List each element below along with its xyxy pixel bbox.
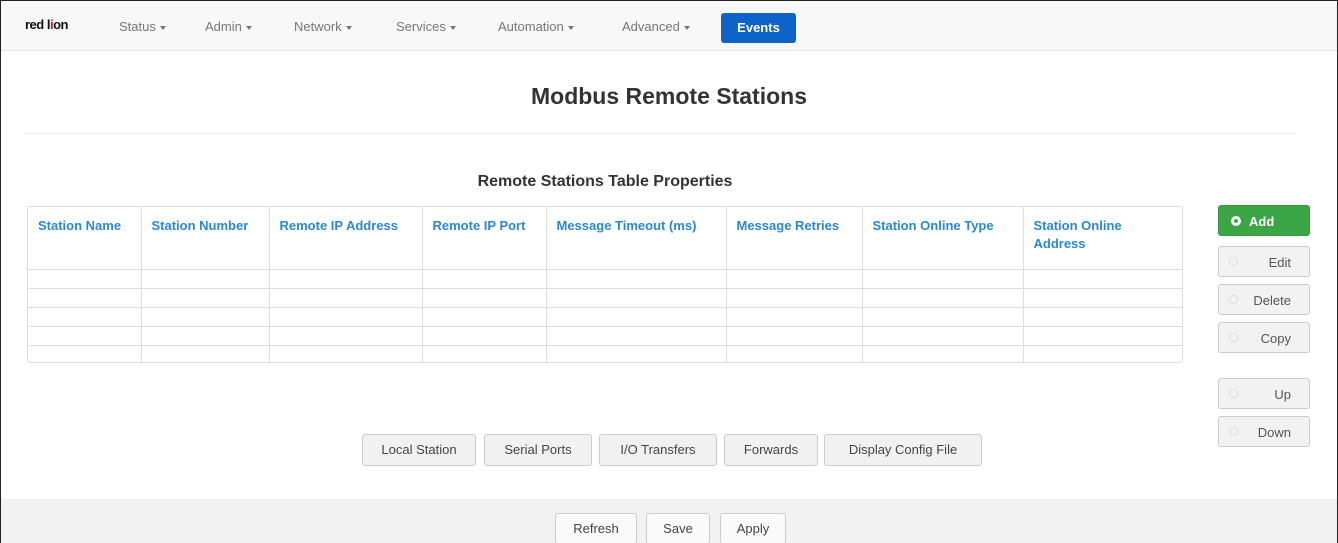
copy-button[interactable]: Copy (1218, 322, 1310, 353)
nav-automation[interactable]: Automation (498, 19, 574, 34)
forwards-button[interactable]: Forwards (724, 434, 818, 466)
chevron-down-icon (159, 25, 166, 30)
col-remote-ip-address[interactable]: Remote IP Address (269, 207, 423, 270)
delete-button[interactable]: Delete (1218, 284, 1310, 315)
apply-button[interactable]: Apply (720, 513, 786, 543)
nav-status-label: Status (119, 19, 156, 34)
table-row[interactable] (28, 325, 1182, 345)
delete-icon (1229, 295, 1238, 304)
col-remote-ip-port[interactable]: Remote IP Port (422, 207, 547, 270)
nav-network[interactable]: Network (294, 19, 352, 34)
logo-text-3: on (53, 17, 68, 32)
col-station-number[interactable]: Station Number (141, 207, 270, 270)
chevron-down-icon (345, 25, 352, 30)
arrow-up-icon (1229, 389, 1238, 398)
redlion-logo[interactable]: red lion (25, 17, 68, 32)
col-station-online-type[interactable]: Station Online Type (862, 207, 1024, 270)
io-transfers-button[interactable]: I/O Transfers (599, 434, 717, 466)
nav-services-label: Services (396, 19, 446, 34)
edit-button[interactable]: Edit (1218, 246, 1310, 277)
add-button-label: Add (1249, 214, 1275, 229)
serial-ports-button[interactable]: Serial Ports (484, 434, 592, 466)
table-row[interactable] (28, 287, 1182, 307)
remote-stations-table: Station Name Station Number Remote IP Ad… (27, 206, 1183, 363)
copy-icon (1229, 333, 1238, 342)
table-row[interactable] (28, 268, 1182, 288)
move-up-button[interactable]: Up (1218, 378, 1310, 409)
top-navbar: red lion Status Admin Network Services A… (1, 1, 1337, 51)
arrow-down-icon (1229, 427, 1238, 436)
chevron-down-icon (245, 25, 252, 30)
nav-events[interactable]: Events (721, 13, 796, 43)
refresh-button[interactable]: Refresh (555, 513, 637, 543)
edit-icon (1229, 257, 1238, 266)
table-row[interactable] (28, 344, 1182, 362)
section-title: Remote Stations Table Properties (477, 173, 733, 190)
nav-services[interactable]: Services (396, 19, 456, 34)
delete-button-label: Delete (1253, 293, 1291, 308)
add-button[interactable]: Add (1218, 205, 1310, 236)
col-station-name[interactable]: Station Name (28, 207, 142, 270)
edit-button-label: Edit (1268, 255, 1291, 270)
logo-text-1: red l (25, 17, 50, 32)
col-message-timeout[interactable]: Message Timeout (ms) (546, 207, 727, 270)
chevron-down-icon (449, 25, 456, 30)
col-message-retries[interactable]: Message Retries (726, 207, 863, 270)
table-row[interactable] (28, 306, 1182, 326)
copy-button-label: Copy (1260, 331, 1291, 346)
title-divider (25, 133, 1295, 134)
col-station-online-address[interactable]: Station Online Address (1023, 207, 1182, 270)
nav-advanced-label: Advanced (622, 19, 680, 34)
chevron-down-icon (683, 25, 690, 30)
nav-network-label: Network (294, 19, 342, 34)
nav-admin-label: Admin (205, 19, 242, 34)
page-title: Modbus Remote Stations (530, 83, 807, 109)
plus-circle-icon (1231, 216, 1241, 226)
chevron-down-icon (567, 25, 574, 30)
table-header-row: Station Name Station Number Remote IP Ad… (28, 207, 1182, 270)
nav-status[interactable]: Status (119, 19, 166, 34)
nav-advanced[interactable]: Advanced (622, 19, 690, 34)
move-down-button[interactable]: Down (1218, 416, 1310, 447)
local-station-button[interactable]: Local Station (362, 434, 476, 466)
nav-admin[interactable]: Admin (205, 19, 252, 34)
nav-automation-label: Automation (498, 19, 564, 34)
display-config-file-button[interactable]: Display Config File (824, 434, 982, 466)
down-button-label: Down (1257, 425, 1291, 440)
up-button-label: Up (1274, 387, 1291, 402)
save-button[interactable]: Save (646, 513, 710, 543)
